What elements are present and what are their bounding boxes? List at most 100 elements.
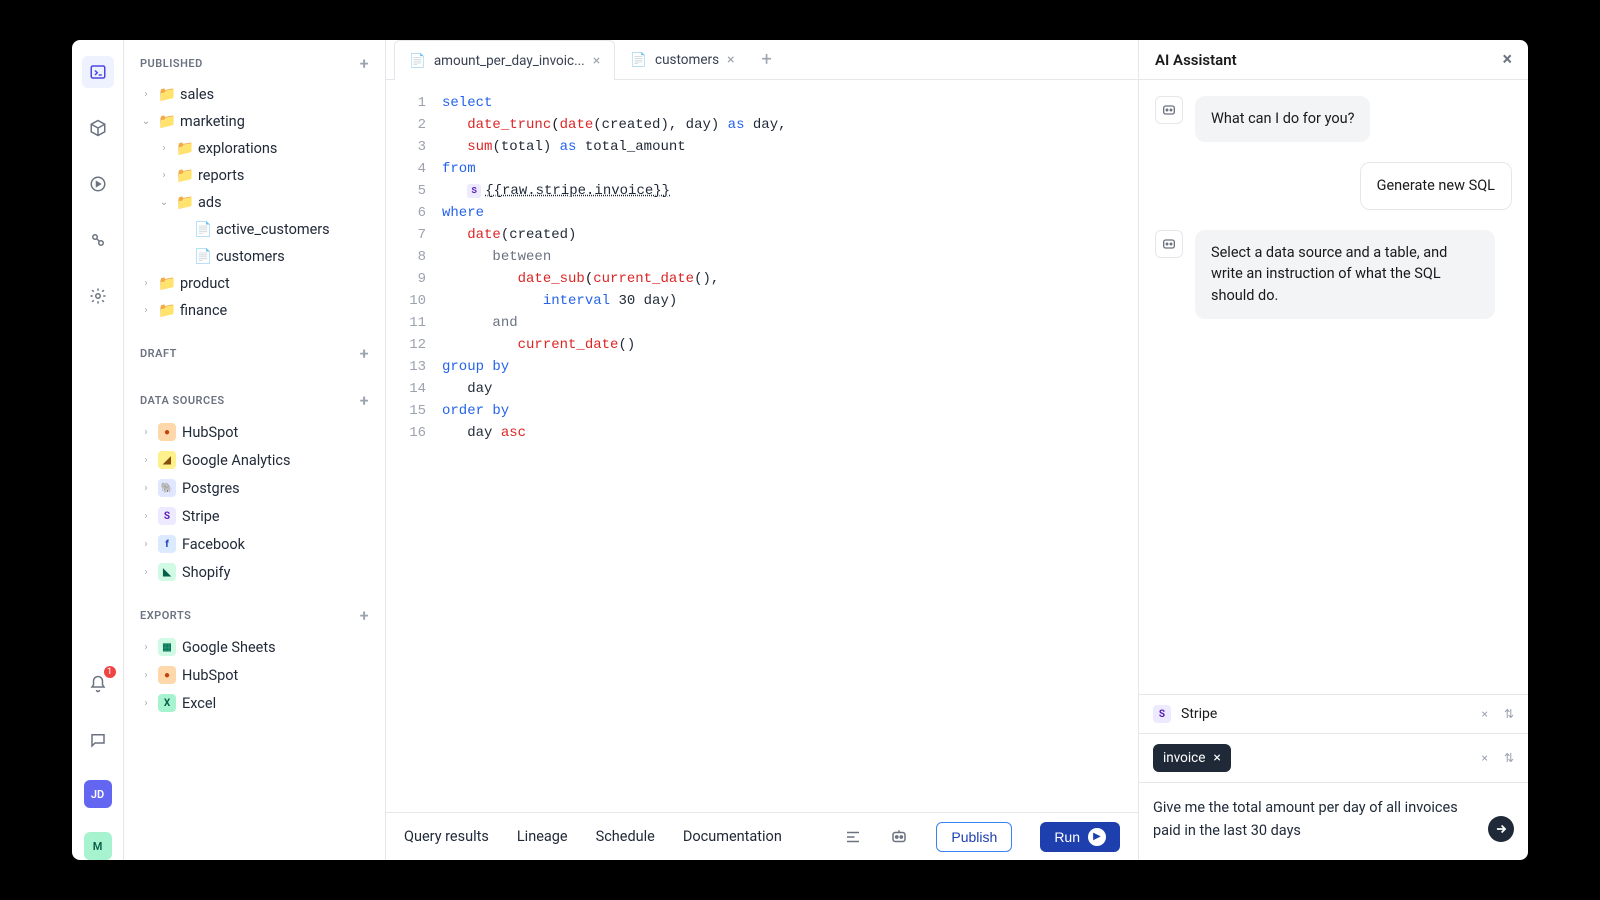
chevron-updown-icon[interactable]: ⇅ — [1504, 751, 1514, 765]
source-name: Stripe — [1181, 706, 1217, 722]
tree-label: Stripe — [182, 508, 220, 525]
run-button[interactable]: Run ▶ — [1040, 822, 1120, 852]
tree-label: ads — [198, 194, 222, 211]
tree-label: Postgres — [182, 480, 240, 497]
tree-label: explorations — [198, 140, 277, 157]
rail-bell-icon[interactable] — [82, 668, 114, 700]
source-ga[interactable]: ›◢Google Analytics — [140, 446, 369, 474]
ai-message: What can I do for you? — [1195, 96, 1370, 142]
add-export-icon[interactable]: + — [360, 606, 369, 625]
close-icon[interactable]: × — [593, 53, 600, 69]
tree-label: Google Sheets — [182, 639, 276, 656]
run-label: Run — [1054, 829, 1080, 845]
section-sources: DATA SOURCES — [140, 394, 225, 407]
chip-close-icon[interactable]: × — [1213, 750, 1220, 766]
prompt-input[interactable]: Give me the total amount per day of all … — [1153, 797, 1478, 842]
tree-label: HubSpot — [182, 667, 238, 684]
clear-icon[interactable]: × — [1482, 707, 1488, 721]
section-published: PUBLISHED — [140, 57, 203, 70]
source-postgres[interactable]: ›🐘Postgres — [140, 474, 369, 502]
footer-lineage[interactable]: Lineage — [517, 828, 568, 845]
close-icon[interactable]: × — [727, 52, 734, 68]
source-stripe[interactable]: ›SStripe — [140, 502, 369, 530]
tree-label: active_customers — [216, 221, 330, 238]
source-shopify[interactable]: ›◣Shopify — [140, 558, 369, 586]
tree-label: finance — [180, 302, 227, 319]
close-icon[interactable]: × — [1502, 49, 1512, 70]
tree-reports[interactable]: ›📁reports — [140, 162, 369, 189]
stripe-icon: S — [1153, 705, 1171, 723]
ai-input-area: S Stripe × ⇅ invoice × × ⇅ Give me the t… — [1139, 694, 1528, 860]
play-icon: ▶ — [1088, 828, 1106, 846]
line-gutter: 1 2 3 4 5 6 7 8 9 10 11 12 13 14 15 16 — [386, 92, 442, 812]
export-sheets[interactable]: ›▦Google Sheets — [140, 633, 369, 661]
left-rail: JD M — [72, 40, 124, 860]
bot-avatar-icon — [1155, 96, 1183, 124]
publish-button[interactable]: Publish — [936, 822, 1012, 852]
tab-amount-per-day[interactable]: 📄 amount_per_day_invoic... × — [394, 40, 615, 80]
ai-message: Select a data source and a table, and wr… — [1195, 230, 1495, 319]
rail-avatar-jd[interactable]: JD — [84, 780, 112, 808]
new-tab-icon[interactable]: + — [750, 40, 784, 79]
tree-label: sales — [180, 86, 214, 103]
chevron-updown-icon[interactable]: ⇅ — [1504, 707, 1514, 721]
send-button[interactable] — [1488, 816, 1514, 842]
tree-label: marketing — [180, 113, 245, 130]
tree-label: Google Analytics — [182, 452, 290, 469]
sidebar: PUBLISHED + ›📁sales ⌄📁marketing ›📁explor… — [124, 40, 386, 860]
tree-label: Shopify — [182, 564, 230, 581]
tree-customers-file[interactable]: 📄customers — [140, 243, 369, 270]
chip-label: invoice — [1163, 750, 1205, 766]
export-excel[interactable]: ›XExcel — [140, 689, 369, 717]
tree-sales[interactable]: ›📁sales — [140, 81, 369, 108]
template-ref[interactable]: {{raw.stripe.invoice}} — [485, 183, 670, 199]
source-selector[interactable]: S Stripe × ⇅ — [1139, 695, 1528, 734]
tree-label: reports — [198, 167, 244, 184]
tree-explorations[interactable]: ›📁explorations — [140, 135, 369, 162]
ai-title: AI Assistant — [1155, 51, 1237, 69]
file-icon: 📄 — [409, 53, 426, 69]
footer-query-results[interactable]: Query results — [404, 828, 489, 845]
tree-finance[interactable]: ›📁finance — [140, 297, 369, 324]
source-facebook[interactable]: ›fFacebook — [140, 530, 369, 558]
rail-play-icon[interactable] — [82, 168, 114, 200]
rail-link-icon[interactable] — [82, 224, 114, 256]
add-source-icon[interactable]: + — [360, 391, 369, 410]
add-draft-icon[interactable]: + — [360, 344, 369, 363]
bot-avatar-icon — [1155, 230, 1183, 258]
tree-label: Excel — [182, 695, 216, 712]
footer-schedule[interactable]: Schedule — [596, 828, 655, 845]
rail-settings-icon[interactable] — [82, 280, 114, 312]
ai-icon[interactable] — [890, 828, 908, 846]
tab-label: amount_per_day_invoic... — [434, 53, 585, 69]
section-exports: EXPORTS — [140, 609, 191, 622]
tree-ads[interactable]: ⌄📁ads — [140, 189, 369, 216]
section-draft: DRAFT — [140, 347, 177, 360]
source-hubspot[interactable]: ›●HubSpot — [140, 418, 369, 446]
file-icon: 📄 — [630, 52, 647, 68]
tab-customers[interactable]: 📄 customers × — [615, 40, 749, 79]
ai-conversation: What can I do for you? Generate new SQL … — [1139, 80, 1528, 694]
add-published-icon[interactable]: + — [360, 54, 369, 73]
tree-product[interactable]: ›📁product — [140, 270, 369, 297]
stripe-badge-icon: S — [467, 184, 481, 198]
code-content[interactable]: select date_trunc(date(created), day) as… — [442, 92, 1138, 812]
tree-label: customers — [216, 248, 285, 265]
rail-chat-icon[interactable] — [82, 724, 114, 756]
tree-label: product — [180, 275, 230, 292]
clear-icon[interactable]: × — [1482, 751, 1488, 765]
editor-tabs: 📄 amount_per_day_invoic... × 📄 customers… — [386, 40, 1138, 80]
rail-avatar-m[interactable]: M — [84, 832, 112, 860]
rail-terminal-icon[interactable] — [82, 56, 114, 88]
tree-label: HubSpot — [182, 424, 238, 441]
editor-pane: 📄 amount_per_day_invoic... × 📄 customers… — [386, 40, 1138, 860]
tab-label: customers — [655, 52, 719, 68]
footer-documentation[interactable]: Documentation — [683, 828, 782, 845]
rail-cube-icon[interactable] — [82, 112, 114, 144]
code-editor[interactable]: 1 2 3 4 5 6 7 8 9 10 11 12 13 14 15 16 s… — [386, 80, 1138, 812]
tree-active-customers[interactable]: 📄active_customers — [140, 216, 369, 243]
tree-marketing[interactable]: ⌄📁marketing — [140, 108, 369, 135]
format-icon[interactable] — [844, 828, 862, 846]
table-selector[interactable]: invoice × × ⇅ — [1139, 734, 1528, 783]
export-hubspot[interactable]: ›●HubSpot — [140, 661, 369, 689]
